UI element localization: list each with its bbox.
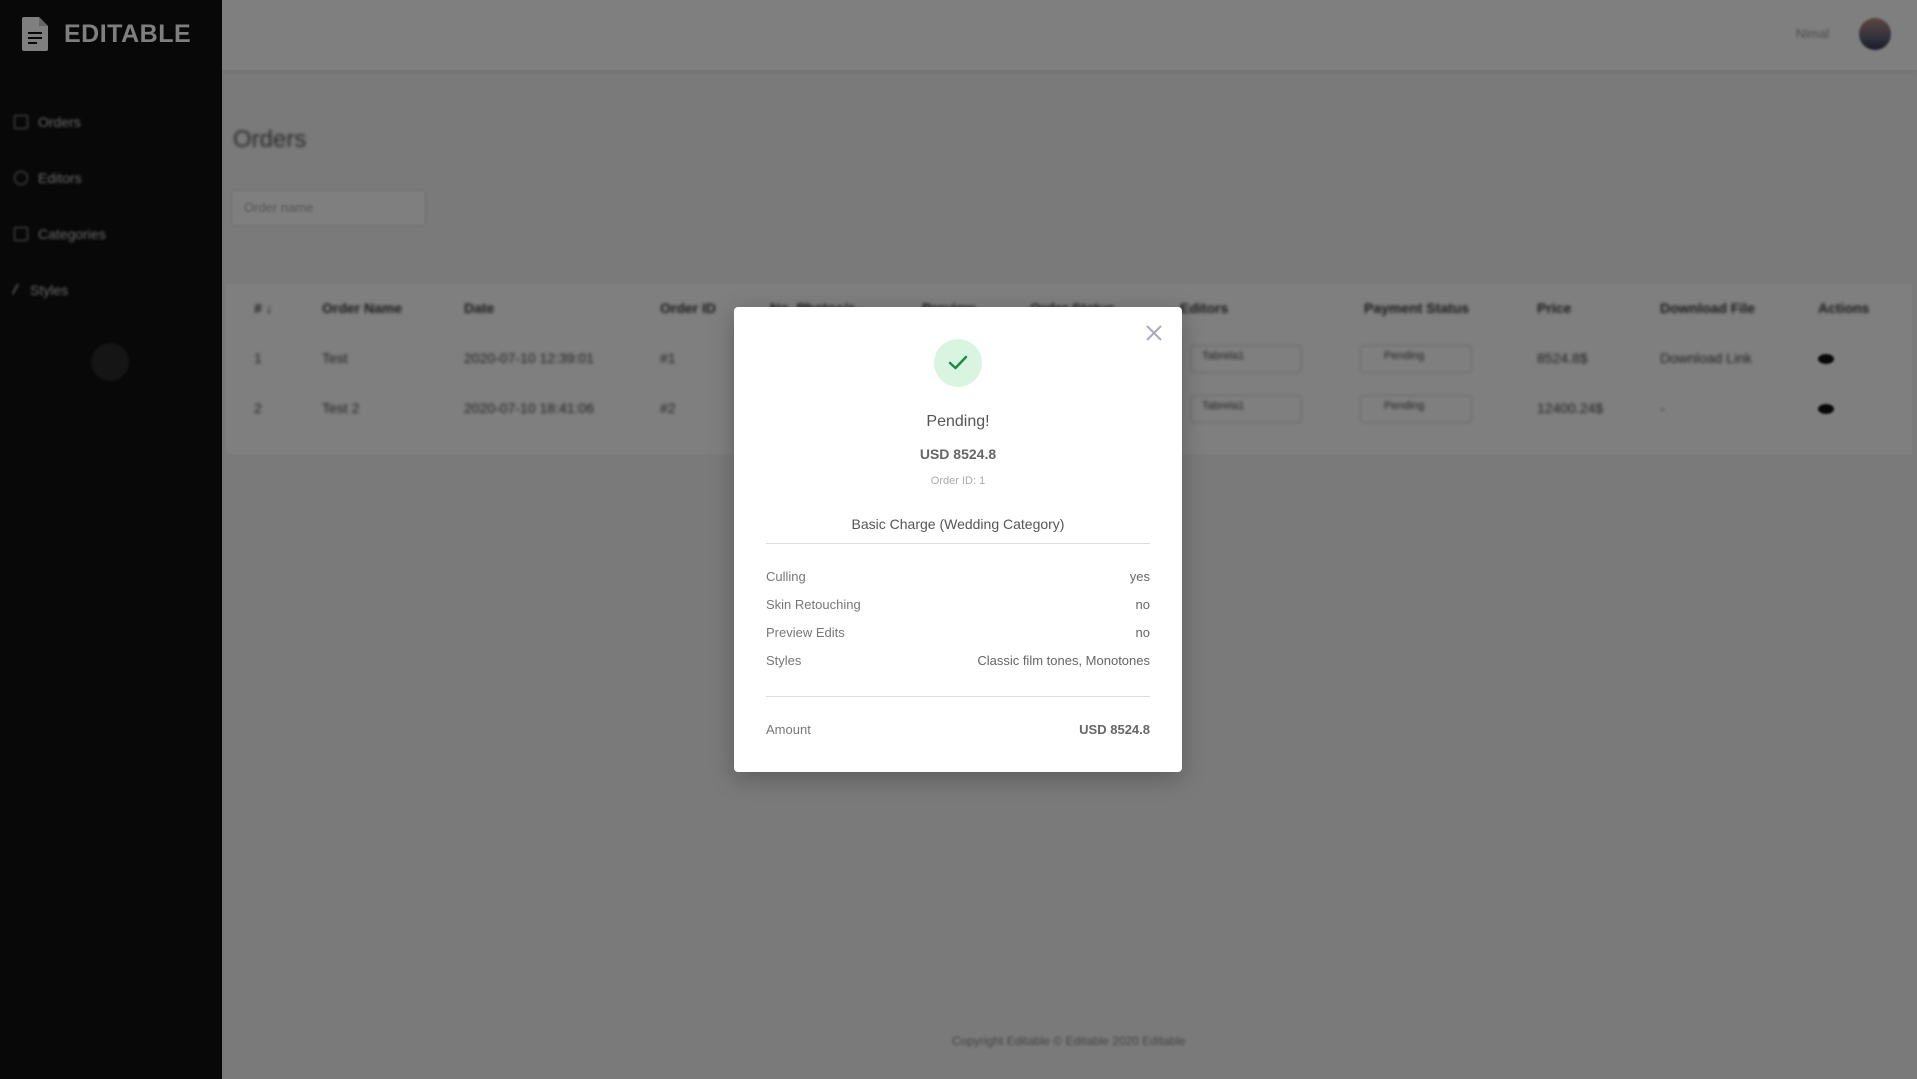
detail-label: Skin Retouching [766, 597, 861, 612]
success-indicator [934, 339, 982, 387]
detail-value: Classic film tones, Monotones [977, 653, 1150, 668]
detail-value: yes [1129, 569, 1150, 584]
order-summary-modal: Pending! USD 8524.8 Order ID: 1 Basic Ch… [734, 307, 1182, 772]
detail-row-preview-edits: Preview Edits no [766, 625, 1150, 640]
close-icon[interactable] [1144, 323, 1164, 343]
detail-label: Preview Edits [766, 625, 845, 640]
amount-label: Amount [766, 722, 811, 737]
modal-status: Pending! [926, 413, 990, 430]
detail-value: no [1135, 597, 1150, 612]
modal-total: USD 8524.8 [919, 446, 997, 462]
divider [766, 696, 1150, 697]
detail-row-skin-retouching: Skin Retouching no [766, 597, 1150, 612]
detail-row-culling: Culling yes [766, 569, 1150, 584]
detail-label: Styles [766, 653, 802, 668]
divider [766, 543, 1150, 544]
detail-label: Culling [766, 569, 806, 584]
amount-value: USD 8524.8 [1079, 722, 1150, 737]
modal-charge-title: Basic Charge (Wedding Category) [851, 516, 1065, 532]
modal-order-id: Order ID: 1 [930, 475, 986, 487]
detail-row-styles: Styles Classic film tones, Monotones [766, 653, 1150, 668]
detail-value: no [1135, 625, 1150, 640]
check-icon [948, 355, 968, 370]
